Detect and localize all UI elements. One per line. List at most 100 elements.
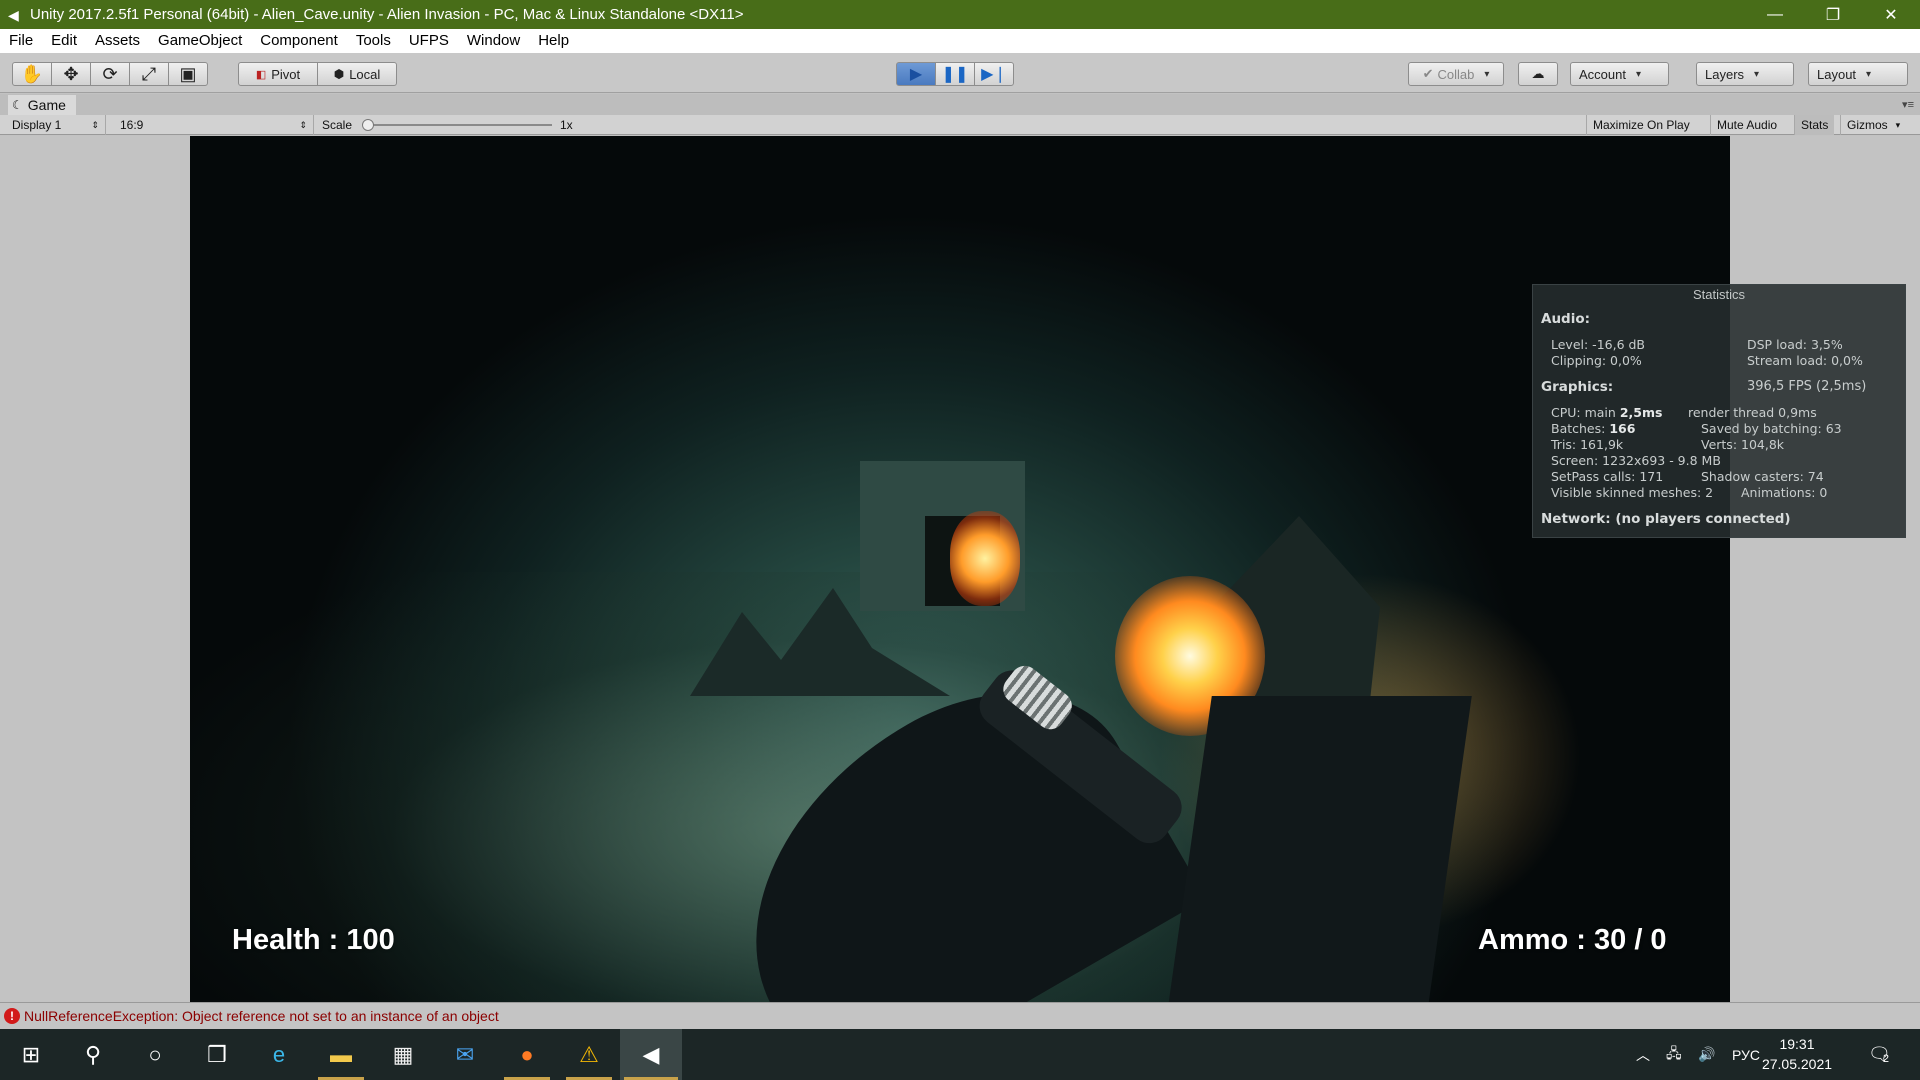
console-status-bar[interactable]: ! NullReferenceException: Object referen…: [0, 1002, 1920, 1029]
audio-level: Level: -16,6 dB: [1551, 337, 1646, 352]
maximize-on-play-toggle[interactable]: Maximize On Play: [1586, 115, 1696, 135]
aspect-updown-icon: ⇕: [299, 119, 307, 130]
batches-prefix: Batches:: [1551, 421, 1610, 436]
menu-component[interactable]: Component: [251, 29, 347, 53]
close-button[interactable]: ✕: [1862, 0, 1920, 29]
animations-readout: Animations: 0: [1741, 485, 1828, 500]
layers-dropdown[interactable]: Layers: [1696, 62, 1794, 86]
game-view: Health : 100 Ammo : 30 / 0 Statistics Au…: [0, 136, 1920, 1002]
setpass-readout: SetPass calls: 171: [1551, 469, 1664, 484]
account-dropdown[interactable]: Account: [1570, 62, 1669, 86]
minimize-button[interactable]: —: [1746, 0, 1804, 29]
pause-button[interactable]: ❚❚: [935, 62, 975, 86]
network-readout: Network: (no players connected): [1541, 511, 1791, 527]
layout-dropdown[interactable]: Layout: [1808, 62, 1908, 86]
screen-readout: Screen: 1232x693 - 9.8 MB: [1551, 453, 1721, 468]
aspect-dropdown[interactable]: 16:9 ⇕: [114, 115, 314, 135]
file-explorer-icon[interactable]: ▬: [310, 1029, 372, 1080]
windows-taskbar: ⊞ ⚲ ○ ❒ e ▬ ▦ ✉ ● ⚠ ◀ ︿ 🖧 🔊 РУС 19:31 27…: [0, 1029, 1920, 1080]
menu-ufps[interactable]: UFPS: [400, 29, 458, 53]
edge-icon[interactable]: e: [248, 1029, 310, 1080]
gizmos-dropdown[interactable]: Gizmos ▾: [1840, 115, 1910, 135]
volume-icon[interactable]: 🔊: [1698, 1029, 1715, 1080]
step-button[interactable]: ▶❘: [974, 62, 1014, 86]
rotate-tool-icon[interactable]: ⟳: [90, 62, 130, 86]
distant-explosion: [950, 511, 1020, 606]
notifications-icon[interactable]: 🗨 2: [1868, 1029, 1891, 1080]
store-icon[interactable]: ▦: [372, 1029, 434, 1080]
game-view-controls: Display 1 ⇕ 16:9 ⇕ Scale 1x Maximize On …: [0, 115, 1920, 135]
render-thread: render thread 0,9ms: [1688, 405, 1817, 420]
pivot-icon: ◧: [255, 68, 267, 81]
graphics-header: Graphics:: [1541, 379, 1614, 395]
cpu-readout: CPU: main 2,5ms: [1551, 405, 1662, 420]
mail-icon[interactable]: ✉: [434, 1029, 496, 1080]
app-warning-icon[interactable]: ⚠: [558, 1029, 620, 1080]
fps-readout: 396,5 FPS (2,5ms): [1747, 379, 1867, 394]
rect-tool-icon[interactable]: ▣: [168, 62, 208, 86]
cpu-prefix: CPU: main: [1551, 405, 1620, 420]
local-toggle[interactable]: ⬢ Local: [317, 62, 397, 86]
scale-slider-track[interactable]: [366, 124, 552, 126]
collab-label: Collab: [1437, 66, 1475, 82]
cortana-icon[interactable]: ○: [124, 1029, 186, 1080]
weapon-body: [1168, 696, 1472, 1002]
pivot-toggle[interactable]: ◧ Pivot: [238, 62, 318, 86]
stats-toggle[interactable]: Stats: [1794, 115, 1835, 135]
menu-gameobject[interactable]: GameObject: [149, 29, 251, 53]
collab-dropdown[interactable]: ✔ Collab: [1408, 62, 1504, 86]
task-view-icon[interactable]: ❒: [186, 1029, 248, 1080]
title-bar: ◀ Unity 2017.2.5f1 Personal (64bit) - Al…: [0, 0, 1920, 29]
move-tool-icon[interactable]: ✥: [51, 62, 91, 86]
panel-menu-icon[interactable]: ▾≡: [1902, 98, 1914, 111]
panel-tab-row: ☾ Game ▾≡: [0, 94, 1920, 115]
menu-window[interactable]: Window: [458, 29, 529, 53]
play-button[interactable]: ▶: [896, 62, 936, 86]
verts-readout: Verts: 104,8k: [1701, 437, 1785, 452]
tab-game[interactable]: ☾ Game: [8, 95, 76, 115]
mute-audio-toggle[interactable]: Mute Audio: [1710, 115, 1783, 135]
local-icon: ⬢: [333, 67, 345, 81]
tray-chevron-icon[interactable]: ︿: [1636, 1029, 1650, 1080]
health-label: Health : 100: [232, 924, 395, 956]
audio-header: Audio:: [1541, 311, 1591, 327]
clock[interactable]: 19:31 27.05.2021: [1752, 1034, 1842, 1074]
menu-bar: File Edit Assets GameObject Component To…: [0, 29, 1920, 53]
menu-help[interactable]: Help: [529, 29, 578, 53]
layout-label: Layout: [1817, 66, 1857, 82]
unity-logo-icon: ◀: [8, 6, 19, 23]
menu-edit[interactable]: Edit: [42, 29, 86, 53]
dsp-load: DSP load: 3,5%: [1747, 337, 1843, 352]
saved-by-batching: Saved by batching: 63: [1701, 421, 1842, 436]
ammo-label: Ammo : 30 / 0: [1478, 924, 1667, 956]
unity-icon[interactable]: ◀: [620, 1029, 682, 1080]
audio-clipping: Clipping: 0,0%: [1551, 353, 1642, 368]
window-title: Unity 2017.2.5f1 Personal (64bit) - Alie…: [30, 6, 744, 23]
display-dropdown[interactable]: Display 1 ⇕: [6, 115, 106, 135]
menu-tools[interactable]: Tools: [347, 29, 400, 53]
network-icon[interactable]: 🖧: [1666, 1029, 1682, 1080]
firefox-icon[interactable]: ●: [496, 1029, 558, 1080]
game-render[interactable]: Health : 100 Ammo : 30 / 0: [190, 136, 1730, 1002]
search-icon[interactable]: ⚲: [62, 1029, 124, 1080]
menu-file[interactable]: File: [0, 29, 42, 53]
display-updown-icon: ⇕: [91, 119, 99, 130]
scale-slider-thumb[interactable]: [362, 119, 374, 131]
main-toolbar: ✋ ✥ ⟳ ⤢ ▣ ◧ Pivot ⬢ Local ▶ ❚❚ ▶❘ ✔ Coll…: [0, 53, 1920, 93]
gizmos-label: Gizmos: [1847, 118, 1888, 132]
menu-assets[interactable]: Assets: [86, 29, 149, 53]
layers-label: Layers: [1705, 66, 1745, 82]
display-label: Display 1: [12, 118, 62, 132]
stream-load: Stream load: 0,0%: [1747, 353, 1863, 368]
hand-tool-icon[interactable]: ✋: [12, 62, 52, 86]
batches-value: 166: [1609, 421, 1636, 436]
statistics-title: Statistics: [1692, 287, 1745, 302]
windows-start-icon[interactable]: ⊞: [0, 1029, 62, 1080]
account-label: Account: [1579, 66, 1626, 82]
restore-button[interactable]: ❐: [1804, 0, 1862, 29]
cloud-icon: ☁: [1531, 66, 1545, 81]
error-icon: !: [4, 1008, 20, 1024]
scale-tool-icon[interactable]: ⤢: [129, 62, 169, 86]
cloud-button[interactable]: ☁: [1518, 62, 1558, 86]
clock-date: 27.05.2021: [1761, 1056, 1833, 1072]
